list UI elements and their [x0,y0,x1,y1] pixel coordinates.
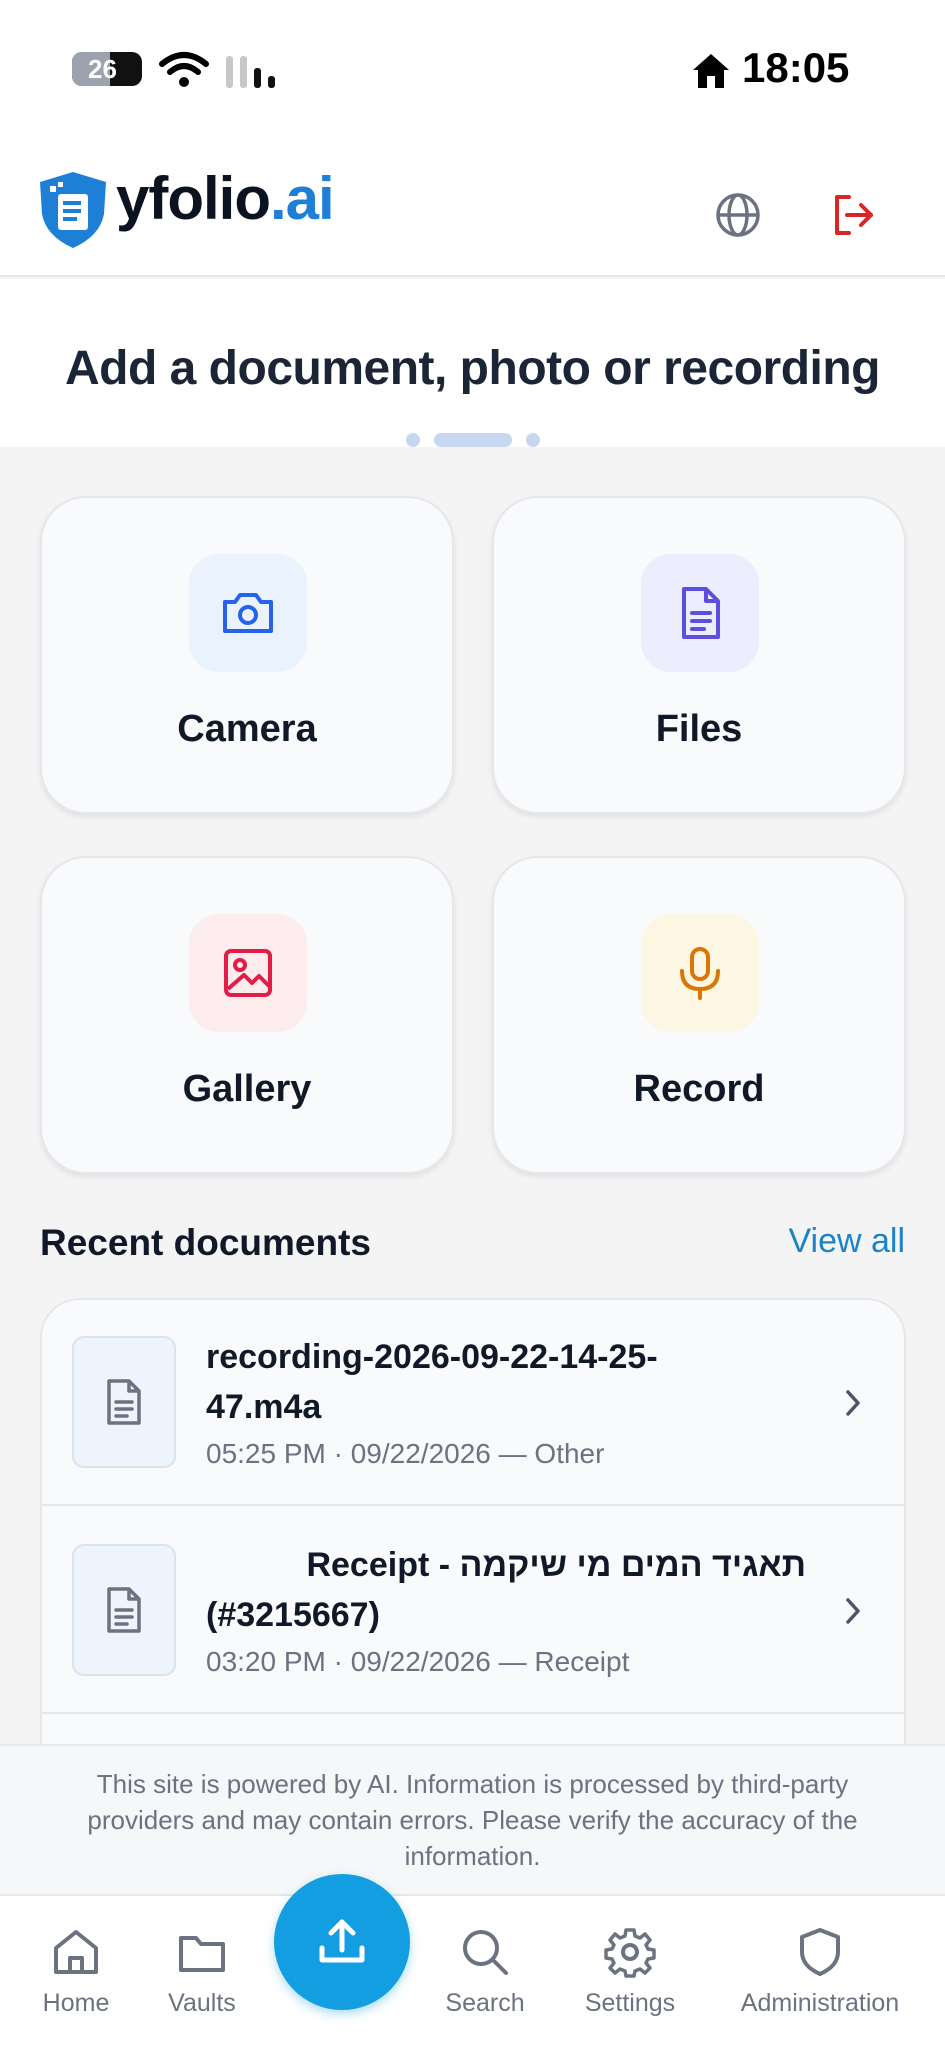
upload-icon [319,1919,365,1963]
record-label: Record [633,1068,765,1110]
cellular-signal-icon [226,56,275,88]
document-meta: 05:25 PM · 09/22/2026 — Other [206,1438,605,1469]
chevron-right-icon [846,1598,860,1624]
nav-settings[interactable]: Settings [578,1926,682,2018]
camera-icon-box [189,554,307,672]
pager-dot-active[interactable] [434,433,512,447]
globe-icon [716,193,760,237]
gallery-label: Gallery [182,1068,312,1110]
ai-disclaimer: This site is powered by AI. Information … [0,1744,945,1894]
gallery-tile[interactable]: Gallery [40,856,454,1174]
shield-icon [800,1928,840,1976]
upload-fab-button[interactable] [274,1874,410,2010]
bottom-navigation: Home Vaults Search Settings Administrati… [0,1894,945,2048]
hero-title: Add a document, photo or recording [65,342,880,395]
microphone-icon [680,947,720,1000]
files-label: Files [655,708,743,750]
logout-icon [835,195,873,235]
nav-home[interactable]: Home [40,1926,112,2018]
nav-administration[interactable]: Administration [732,1926,908,2018]
carousel-pager [0,433,945,449]
logo-text-suffix: .ai [270,165,335,232]
nav-settings-label: Settings [584,1989,676,2017]
record-tile[interactable]: Record [492,856,906,1174]
hero-section: Add a document, photo or recording [0,279,945,447]
document-icon [107,1587,141,1633]
document-meta: 03:20 PM · 09/22/2026 — Receipt [206,1646,630,1677]
battery-level: 26 [88,54,117,84]
home-icon [54,1930,98,1974]
language-button[interactable] [703,180,773,250]
document-name: recording-2026-09-22-14-25- 47.m4a [206,1338,658,1426]
files-icon-box [641,554,759,672]
app-header: yfolio.ai [0,140,945,277]
image-icon [224,949,272,997]
chevron-right-icon [846,1390,860,1416]
document-thumbnail [72,1336,176,1468]
pager-dot[interactable] [406,433,420,447]
gallery-icon-box [189,914,307,1032]
logo-text-main: yfolio [116,165,271,232]
view-all-link[interactable]: View all [788,1222,905,1261]
search-icon [463,1930,508,1975]
pager-dot[interactable] [526,433,540,447]
nav-search-label: Search [445,1989,525,2017]
record-icon-box [641,914,759,1032]
camera-label: Camera [177,708,317,750]
document-row[interactable]: recording-2026-09-22-14-25- 47.m4a 05:25… [42,1300,904,1506]
camera-tile[interactable]: Camera [40,496,454,814]
document-row[interactable]: תאגיד המים מי שיקמה - Receipt (#3215667)… [42,1508,904,1714]
app-logo: yfolio.ai [116,164,335,233]
nav-administration-label: Administration [740,1989,900,2017]
nav-search[interactable]: Search [440,1926,530,2018]
camera-icon [223,593,273,633]
battery-indicator: 26 [72,52,142,86]
gear-icon [604,1928,656,1978]
nav-vaults[interactable]: Vaults [160,1926,244,2018]
document-icon [107,1379,141,1425]
file-icon [682,587,720,639]
logo-shield-icon [40,172,106,248]
wifi-icon [159,52,209,87]
home-status-icon [693,54,729,88]
status-bar: 26 18:05 [0,0,945,140]
folder-icon [179,1936,225,1972]
nav-home-label: Home [42,1989,110,2017]
nav-vaults-label: Vaults [168,1989,236,2017]
files-tile[interactable]: Files [492,496,906,814]
status-time: 18:05 [742,44,850,91]
recent-documents-list: recording-2026-09-22-14-25- 47.m4a 05:25… [40,1298,906,1758]
document-name: תאגיד המים מי שיקמה - Receipt (#3215667) [206,1546,806,1634]
logout-button[interactable] [818,180,888,250]
recent-documents-title: Recent documents [40,1222,372,1263]
document-thumbnail [72,1544,176,1676]
